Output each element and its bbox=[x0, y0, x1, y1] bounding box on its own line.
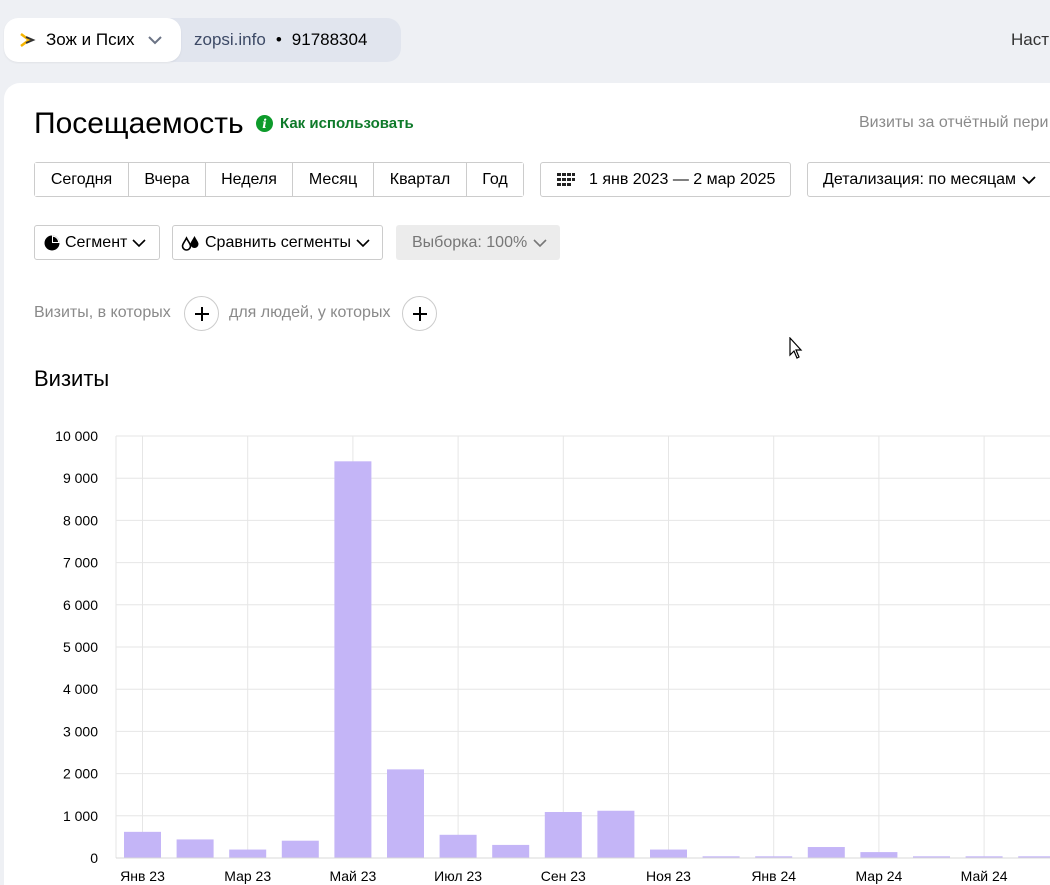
plus-icon bbox=[412, 306, 427, 321]
bar-Янв-23 bbox=[124, 831, 161, 858]
x-tick-label: Июл 23 bbox=[434, 868, 482, 884]
pie-chart-icon bbox=[44, 235, 60, 250]
chevron-down-icon bbox=[533, 238, 547, 247]
howto-link[interactable]: i Как использовать bbox=[256, 115, 414, 132]
counter-id: 91788304 bbox=[291, 30, 368, 49]
visits-bar-chart: 0 1 000 2 000 3 000 4 000 5 000 6 000 7 000 8 00… bbox=[55, 428, 1050, 884]
bar-Май-23 bbox=[334, 461, 372, 858]
counter-name-button[interactable]: Зож и Псих bbox=[4, 18, 181, 62]
section-title: Визиты bbox=[34, 366, 110, 391]
bar-Окт-23 bbox=[597, 810, 635, 858]
report-card: Посещаемость i Как использовать Визиты з… bbox=[4, 83, 1050, 885]
people-filter-label: для людей, у которых bbox=[229, 304, 391, 321]
y-tick-label: 6 000 bbox=[63, 597, 98, 613]
counter-separator: • bbox=[275, 30, 282, 49]
y-tick-label: 3 000 bbox=[63, 723, 98, 739]
y-tick-label: 5 000 bbox=[63, 639, 98, 655]
y-tick-label: 10 000 bbox=[55, 428, 98, 444]
howto-label: Как использовать bbox=[280, 115, 414, 132]
metrica-logo-icon bbox=[20, 33, 36, 47]
visits-filter-label: Визиты, в которых bbox=[34, 304, 171, 321]
date-range-label: 1 янв 2023 — 2 мар 2025 bbox=[589, 170, 776, 188]
chevron-down-icon bbox=[147, 36, 162, 45]
bar-Июл-23 bbox=[439, 834, 477, 858]
bar-Фев-23 bbox=[176, 839, 214, 858]
x-tick-label: Май 23 bbox=[329, 868, 376, 884]
period-yesterday-button[interactable]: Вчера bbox=[129, 163, 206, 196]
chevron-down-icon bbox=[1022, 175, 1036, 184]
x-tick-label: Май 24 bbox=[961, 868, 1008, 884]
bar-Июн-23 bbox=[387, 769, 424, 858]
bar-Сен-23 bbox=[544, 812, 582, 858]
x-tick-label: Ноя 23 bbox=[646, 868, 691, 884]
bar-Апр-23 bbox=[281, 840, 319, 858]
bar-Фев-24 bbox=[807, 847, 845, 858]
x-tick-label: Мар 23 bbox=[224, 868, 271, 884]
calendar-grid-icon bbox=[557, 172, 575, 186]
x-tick-label: Янв 23 bbox=[120, 868, 165, 884]
plus-icon bbox=[194, 306, 209, 321]
x-tick-label: Сен 23 bbox=[541, 868, 586, 884]
y-tick-label: 8 000 bbox=[63, 512, 98, 528]
y-tick-label: 7 000 bbox=[63, 555, 98, 571]
counter-info: zopsi.info • 91788304 bbox=[194, 18, 367, 62]
y-tick-label: 9 000 bbox=[63, 470, 98, 486]
detail-select[interactable]: Детализация: по месяцам bbox=[807, 162, 1050, 197]
segment-label: Сегмент bbox=[65, 233, 128, 251]
period-buttons: Сегодня Вчера Неделя Месяц Квартал Год bbox=[34, 162, 524, 197]
sample-select[interactable]: Выборка: 100% bbox=[396, 225, 560, 260]
chevron-down-icon bbox=[356, 238, 370, 247]
date-range-picker[interactable]: 1 янв 2023 — 2 мар 2025 bbox=[540, 162, 791, 197]
bar-Мар-23 bbox=[229, 849, 267, 858]
x-tick-label: Мар 24 bbox=[855, 868, 902, 884]
info-icon: i bbox=[256, 115, 273, 132]
mouse-cursor-icon bbox=[789, 337, 803, 359]
y-tick-label: 4 000 bbox=[63, 681, 98, 697]
add-people-filter-button[interactable] bbox=[402, 296, 437, 331]
drops-icon bbox=[181, 235, 199, 251]
y-tick-label: 1 000 bbox=[63, 808, 98, 824]
add-visits-filter-button[interactable] bbox=[184, 296, 219, 331]
compare-segments-button[interactable]: Сравнить сегменты bbox=[172, 225, 383, 260]
counter-site: zopsi.info bbox=[194, 30, 266, 49]
compare-segments-label: Сравнить сегменты bbox=[205, 233, 352, 251]
period-year-button[interactable]: Год bbox=[467, 163, 523, 196]
y-tick-label: 2 000 bbox=[63, 766, 98, 782]
period-today-button[interactable]: Сегодня bbox=[35, 163, 129, 196]
sample-label: Выборка: 100% bbox=[412, 233, 528, 251]
period-quarter-button[interactable]: Квартал bbox=[374, 163, 467, 196]
counter-selector: Зож и Псих zopsi.info • 91788304 bbox=[4, 18, 401, 62]
period-month-button[interactable]: Месяц bbox=[293, 163, 374, 196]
period-hint: Визиты за отчётный пери bbox=[859, 114, 1049, 131]
page-title: Посещаемость bbox=[34, 107, 244, 140]
counter-name: Зож и Псих bbox=[46, 30, 135, 49]
detail-label: Детализация: по месяцам bbox=[823, 170, 1017, 188]
y-tick-label: 0 bbox=[90, 850, 98, 866]
segment-button[interactable]: Сегмент bbox=[34, 225, 160, 260]
bar-Ноя-23 bbox=[650, 849, 687, 858]
bar-Авг-23 bbox=[492, 844, 530, 858]
bar-Мар-24 bbox=[860, 852, 898, 858]
x-tick-label: Янв 24 bbox=[751, 868, 796, 884]
chevron-down-icon bbox=[132, 238, 146, 247]
settings-link[interactable]: Наст bbox=[1011, 30, 1049, 50]
period-week-button[interactable]: Неделя bbox=[206, 163, 293, 196]
